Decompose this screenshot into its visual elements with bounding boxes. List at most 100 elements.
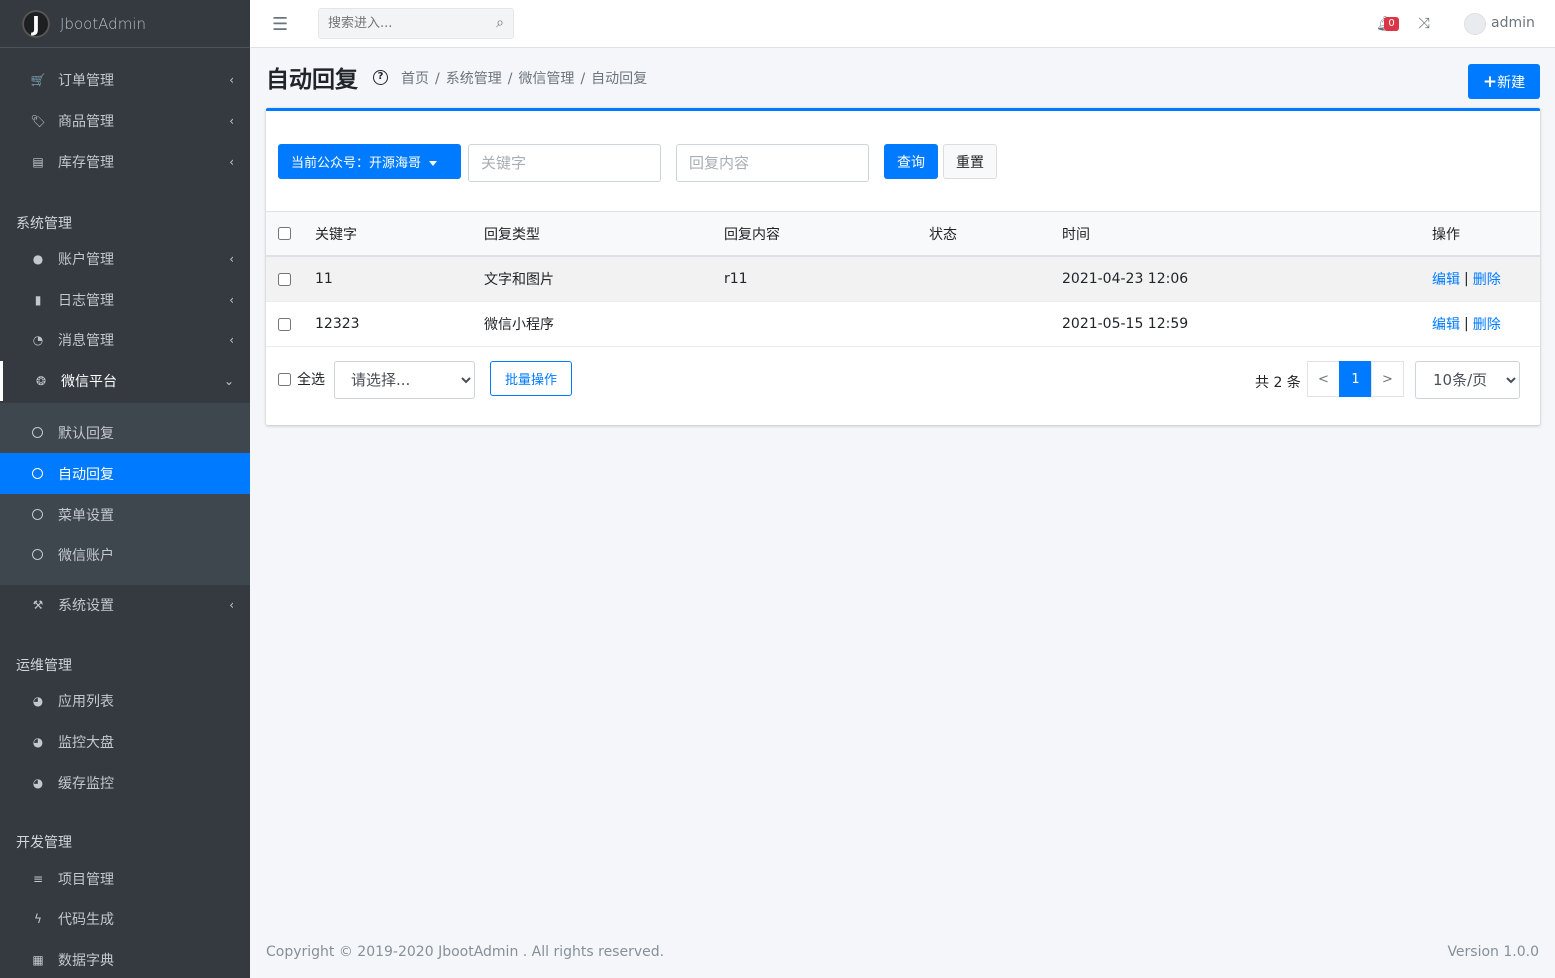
edit-link[interactable]: 编辑 [1432, 314, 1460, 334]
chevron-left-icon: ‹ [229, 252, 234, 266]
shuffle-icon[interactable]: ⤨ [1418, 14, 1430, 32]
col-status: 状态 [929, 226, 957, 243]
chevron-down-icon: ⌄ [223, 374, 234, 388]
batch-action-select[interactable]: 请选择... [334, 361, 475, 399]
page-size-select[interactable]: 10条/页 [1415, 361, 1520, 399]
col-actions: 操作 [1432, 226, 1460, 243]
sidebar-item-orders[interactable]: 🛒 订单管理 ‹ [0, 60, 250, 100]
search-input[interactable] [319, 9, 487, 38]
sidebar-item-codegen[interactable]: ϟ 代码生成 [0, 899, 250, 939]
header-checkbox[interactable] [278, 227, 291, 240]
sidebar-item-messages[interactable]: ◔ 消息管理 ‹ [0, 320, 250, 360]
separator: | [1464, 271, 1469, 287]
sidebar-item-menu-settings[interactable]: 菜单设置 [0, 494, 250, 535]
cell-time: 2021-04-23 12:06 [1062, 271, 1189, 287]
batch-action-button[interactable]: 批量操作 [490, 361, 572, 396]
sidebar-item-label: 缓存监控 [58, 776, 114, 792]
select-all[interactable]: 全选 [278, 369, 325, 389]
sidebar-item-wechat[interactable]: ❂ 微信平台 ⌄ [0, 361, 250, 401]
select-all-checkbox[interactable] [278, 372, 291, 386]
bolt-icon: ϟ [34, 912, 42, 926]
sidebar-item-label: 日志管理 [58, 293, 114, 309]
cell-content: r11 [724, 271, 748, 287]
sidebar-item-auto-reply[interactable]: 自动回复 [0, 453, 250, 494]
breadcrumb-wechat[interactable]: 微信管理 [518, 71, 574, 87]
sidebar-section-ops: 运维管理 [16, 658, 72, 674]
sidebar-item-app-list[interactable]: ◕ 应用列表 [0, 681, 250, 721]
sidebar-item-wechat-accounts[interactable]: 微信账户 [0, 534, 250, 575]
new-button[interactable]: +新建 [1468, 64, 1540, 99]
sidebar-item-monitor[interactable]: ◕ 监控大盘 [0, 722, 250, 762]
dashboard-icon: ◕ [32, 776, 44, 790]
table-header: 关键字 回复类型 回复内容 状态 时间 操作 [266, 211, 1540, 257]
chevron-left-icon: ‹ [229, 155, 234, 169]
edit-link[interactable]: 编辑 [1432, 269, 1460, 289]
breadcrumb-current: 自动回复 [591, 71, 648, 87]
caret-down-icon [429, 161, 438, 166]
page-button-current[interactable]: 1 [1339, 361, 1372, 397]
user-icon: ● [32, 252, 44, 266]
delete-link[interactable]: 删除 [1473, 269, 1501, 289]
search-icon[interactable]: ⌕ [496, 15, 504, 31]
sidebar-item-logs[interactable]: ▮ 日志管理 ‹ [0, 280, 250, 320]
sidebar-item-label: 数据字典 [58, 953, 114, 969]
sidebar-item-label: 订单管理 [58, 73, 114, 89]
sidebar-item-cache-monitor[interactable]: ◕ 缓存监控 [0, 763, 250, 803]
sidebar-item-label: 监控大盘 [58, 735, 114, 751]
query-button[interactable]: 查询 [884, 144, 938, 179]
chevron-left-icon: ‹ [229, 114, 234, 128]
sidebar-item-inventory[interactable]: ▤ 库存管理 ‹ [0, 142, 250, 182]
circle-icon [32, 509, 43, 520]
sidebar-item-default-reply[interactable]: 默认回复 [0, 412, 250, 453]
brand[interactable]: J JbootAdmin [0, 0, 250, 48]
col-content: 回复内容 [724, 226, 780, 243]
breadcrumb-home[interactable]: 首页 [401, 71, 429, 87]
account-dropdown-button[interactable]: 当前公众号：开源海哥 [278, 144, 461, 179]
hammer-icon: ⚒ [32, 598, 44, 612]
table-row: 12323 微信小程序 2021-05-15 12:59 编辑 | 删除 [266, 302, 1540, 347]
col-keyword: 关键字 [315, 226, 357, 243]
sidebar-item-label: 库存管理 [58, 155, 114, 171]
prev-page-button[interactable]: < [1307, 361, 1340, 397]
reset-button[interactable]: 重置 [943, 144, 997, 179]
main-card: 当前公众号：开源海哥 查询 重置 关键字 回复类型 回复内容 状态 时间 操作 … [266, 108, 1540, 425]
page-title: 自动回复 [266, 67, 358, 93]
tag-icon: 🏷 [30, 114, 46, 128]
avatar[interactable] [1464, 13, 1486, 35]
menu-toggle-icon[interactable]: ☰ [272, 14, 288, 35]
sidebar-item-system-settings[interactable]: ⚒ 系统设置 ‹ [0, 585, 250, 625]
sidebar-item-projects[interactable]: ≡ 项目管理 [0, 859, 250, 899]
sidebar-item-label: 账户管理 [58, 252, 114, 268]
breadcrumb-system[interactable]: 系统管理 [446, 71, 502, 87]
content-input[interactable] [676, 144, 869, 182]
sidebar-item-label: 项目管理 [58, 872, 114, 888]
row-checkbox[interactable] [278, 272, 291, 286]
wechat-icon: ❂ [35, 374, 47, 388]
pagination: < 1 > [1307, 361, 1404, 397]
sidebar-item-products[interactable]: 🏷 商品管理 ‹ [0, 101, 250, 141]
next-page-button[interactable]: > [1371, 361, 1404, 397]
row-checkbox[interactable] [278, 317, 291, 331]
total-count: 共 2 条 [1255, 375, 1301, 391]
copyright: Copyright © 2019-2020 JbootAdmin . All r… [266, 944, 665, 960]
sidebar-item-accounts[interactable]: ● 账户管理 ‹ [0, 239, 250, 279]
circle-icon [32, 549, 43, 560]
sidebar-item-label: 代码生成 [58, 912, 114, 928]
cell-time: 2021-05-15 12:59 [1062, 316, 1189, 332]
brand-logo: J [22, 9, 50, 38]
keyword-input[interactable] [468, 144, 661, 182]
circle-icon [32, 468, 43, 479]
col-type: 回复类型 [484, 226, 540, 243]
sidebar-item-dictionary[interactable]: ▦ 数据字典 [0, 940, 250, 978]
sidebar-item-label: 微信账户 [58, 547, 114, 564]
cell-keyword: 11 [315, 271, 333, 287]
username[interactable]: admin [1491, 15, 1535, 31]
delete-link[interactable]: 删除 [1473, 314, 1501, 334]
sidebar-item-label: 默认回复 [58, 425, 114, 442]
help-icon[interactable]: ? [373, 70, 388, 85]
sidebar-item-label: 应用列表 [58, 694, 114, 710]
notification-badge: 0 [1384, 17, 1399, 31]
table-footer: 全选 请选择... 批量操作 共 2 条 < 1 > 10条/页 [266, 351, 1540, 401]
table-row: 11 文字和图片 r11 2021-04-23 12:06 编辑 | 删除 [266, 257, 1540, 302]
warehouse-icon: ▤ [32, 155, 44, 169]
